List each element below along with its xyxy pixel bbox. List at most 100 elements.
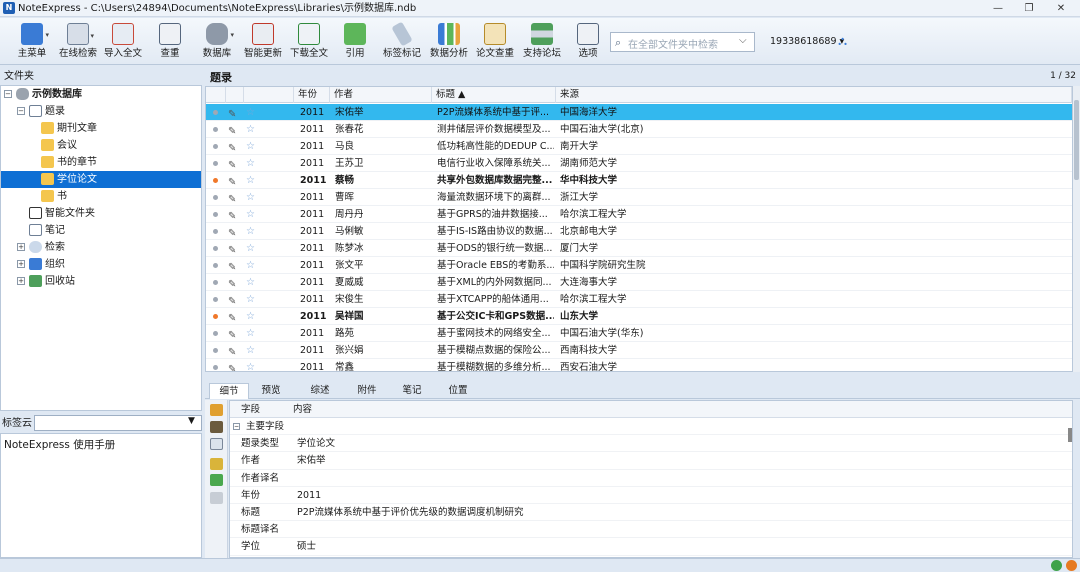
star-icon[interactable]: ☆ xyxy=(246,308,255,325)
tree-item-journal[interactable]: 期刊文章 xyxy=(1,120,201,137)
star-icon[interactable]: ☆ xyxy=(246,155,255,172)
col-status[interactable] xyxy=(206,87,226,103)
table-row[interactable]: ✎ ☆ 2011 陈梦冰 基于ODS的银行统一数据... 厦门大学 xyxy=(206,240,1072,257)
edit-icon[interactable] xyxy=(210,492,223,504)
import-fulltext-button[interactable]: 导入全文 xyxy=(103,21,143,63)
col-year[interactable]: 年份 xyxy=(294,87,330,103)
expand-icon[interactable]: + xyxy=(17,277,25,285)
tree-item-search[interactable]: + 检索 xyxy=(1,239,201,256)
smart-update-button[interactable]: 智能更新 xyxy=(243,21,283,63)
tab-notes[interactable]: 笔记 xyxy=(392,383,432,399)
expand-icon[interactable]: + xyxy=(17,243,25,251)
close-button[interactable]: ✕ xyxy=(1046,0,1076,17)
field-value[interactable]: 学位论文 xyxy=(297,435,335,452)
field-value[interactable]: 硕士 xyxy=(297,538,316,555)
star-icon[interactable]: ☆ xyxy=(246,172,255,189)
tag-mark-button[interactable]: 标签标记 xyxy=(381,21,423,63)
dedup-button[interactable]: 查重 xyxy=(152,21,188,63)
table-row[interactable]: ✎ ☆ 2011 宋俊生 基于XTCAPP的船体通用... 哈尔滨工程大学 xyxy=(206,291,1072,308)
collapse-icon[interactable]: − xyxy=(17,107,25,115)
tab-details[interactable]: 细节 xyxy=(209,383,249,399)
table-row[interactable]: ✎ ☆ 2011 常鑫 基于模糊数据的多维分析... 西安石油大学 xyxy=(206,359,1072,371)
scrollbar-thumb[interactable] xyxy=(1074,100,1079,180)
tree-item-organize[interactable]: + 组织 xyxy=(1,256,201,273)
tab-attachments[interactable]: 附件 xyxy=(347,383,387,399)
tree-item-database[interactable]: − 示例数据库 xyxy=(1,86,201,103)
star-icon[interactable]: ☆ xyxy=(246,121,255,138)
tree-item-smart-folder[interactable]: 智能文件夹 xyxy=(1,205,201,222)
tag-item[interactable]: NoteExpress 使用手册 xyxy=(4,439,115,451)
brush-icon[interactable] xyxy=(210,458,223,470)
download-fulltext-button[interactable]: 下载全文 xyxy=(289,21,329,63)
detail-field-row[interactable]: 作者 宋佑举 xyxy=(230,452,1072,470)
chevron-down-icon[interactable]: ⌵ xyxy=(739,35,747,46)
table-row[interactable]: ✎ ☆ 2011 王苏卫 电信行业收入保障系统关... 湖南师范大学 xyxy=(206,155,1072,172)
detail-field-row[interactable]: 题录类型 学位论文 xyxy=(230,435,1072,453)
table-row[interactable]: ✎ ☆ 2011 蔡畅 共享外包数据库数据完整... 华中科技大学 xyxy=(206,172,1072,189)
tab-preview[interactable]: 预览 xyxy=(251,383,291,399)
database-button[interactable]: ▾ 数据库 xyxy=(199,21,235,63)
user-icon[interactable]: ⛬ xyxy=(838,34,847,49)
table-row[interactable]: ✎ ☆ 2011 曹晖 海量流数据环境下的离群... 浙江大学 xyxy=(206,189,1072,206)
star-icon[interactable]: ☆ xyxy=(246,206,255,223)
tree-item-records[interactable]: − 题录 xyxy=(1,103,201,120)
minimize-button[interactable]: — xyxy=(983,0,1013,17)
table-row[interactable]: ✎ ☆ 2011 张兴娟 基于模糊点数据的保险公... 西南科技大学 xyxy=(206,342,1072,359)
read-status-icon[interactable] xyxy=(213,246,218,251)
field-group-main[interactable]: − 主要字段 xyxy=(230,418,1072,436)
table-row[interactable]: ✎ ☆ 2011 马俐敏 基于IS-IS路由协议的数据... 北京邮电大学 xyxy=(206,223,1072,240)
table-row[interactable]: ✎ ☆ 2011 张文平 基于Oracle EBS的考勤系... 中国科学院研究生院 xyxy=(206,257,1072,274)
star-icon[interactable]: ☆ xyxy=(246,240,255,257)
tree-item-book-chapter[interactable]: 书的章节 xyxy=(1,154,201,171)
read-status-icon[interactable] xyxy=(213,331,218,336)
attachment-icon[interactable]: ✎ xyxy=(228,361,236,371)
lock-icon[interactable] xyxy=(210,404,223,416)
read-status-icon[interactable] xyxy=(213,263,218,268)
options-button[interactable]: 选项 xyxy=(571,21,605,63)
sync-status-icon[interactable] xyxy=(1051,560,1062,571)
table-row[interactable]: ✎ ☆ 2011 张春花 测井储层评价数据模型及... 中国石油大学(北京) xyxy=(206,121,1072,138)
read-status-icon[interactable] xyxy=(213,365,218,370)
tree-item-recycle-bin[interactable]: + 回收站 xyxy=(1,273,201,290)
star-icon[interactable]: ☆ xyxy=(246,325,255,342)
table-row[interactable]: ✎ ☆ 2011 路苑 基于蜜网技术的网络安全... 中国石油大学(华东) xyxy=(206,325,1072,342)
tree-item-notes[interactable]: 笔记 xyxy=(1,222,201,239)
col-flag[interactable] xyxy=(244,87,294,103)
star-icon[interactable]: ☆ xyxy=(246,223,255,240)
detail-field-row[interactable]: 学位 硕士 xyxy=(230,538,1072,556)
chevron-down-icon[interactable]: ▼ xyxy=(188,416,195,426)
tree-item-conference[interactable]: 会议 xyxy=(1,137,201,154)
detail-field-row[interactable]: 标题 P2P流媒体系统中基于评价优先级的数据调度机制研究 xyxy=(230,504,1072,522)
account-menu[interactable]: 19338618689 ▾ xyxy=(770,36,844,47)
read-status-icon[interactable] xyxy=(213,229,218,234)
book-icon[interactable] xyxy=(210,421,223,433)
field-value[interactable]: 宋佑举 xyxy=(297,452,326,469)
read-status-icon[interactable] xyxy=(213,195,218,200)
table-row[interactable]: ✎ ☆ 2011 吴祥国 基于公交IC卡和GPS数据... 山东大学 xyxy=(206,308,1072,325)
col-title[interactable]: 标题 ▲ xyxy=(432,87,556,103)
support-forum-button[interactable]: 支持论坛 xyxy=(521,21,563,63)
table-row[interactable]: ✎ ☆ 2011 夏威威 基于XML的内外网数据同... 大连海事大学 xyxy=(206,274,1072,291)
star-icon[interactable]: ☆ xyxy=(246,189,255,206)
table-row[interactable]: ✎ ☆ 2011 马良 低功耗高性能的DEDUP C... 南开大学 xyxy=(206,138,1072,155)
read-status-icon[interactable] xyxy=(213,110,218,115)
read-status-icon[interactable] xyxy=(213,314,218,319)
detail-scrollbar[interactable] xyxy=(1068,428,1072,442)
copy-icon[interactable] xyxy=(210,438,223,450)
read-status-icon[interactable] xyxy=(213,161,218,166)
table-row[interactable]: ✎ ☆ 2011 宋佑举 P2P流媒体系统中基于评... 中国海洋大学 xyxy=(206,104,1072,121)
cite-button[interactable]: 引用 xyxy=(338,21,372,63)
star-icon[interactable]: ☆ xyxy=(246,291,255,308)
maximize-button[interactable]: ❐ xyxy=(1014,0,1044,17)
star-icon[interactable]: ☆ xyxy=(246,104,255,121)
read-status-icon[interactable] xyxy=(213,178,218,183)
grid-icon[interactable] xyxy=(210,474,223,486)
star-icon[interactable]: ☆ xyxy=(246,359,255,371)
col-attachment[interactable] xyxy=(226,87,244,103)
collapse-icon[interactable]: − xyxy=(233,423,240,430)
tree-item-thesis[interactable]: 学位论文 xyxy=(1,171,201,188)
star-icon[interactable]: ☆ xyxy=(246,138,255,155)
read-status-icon[interactable] xyxy=(213,144,218,149)
collapse-icon[interactable]: − xyxy=(4,90,12,98)
field-value[interactable]: P2P流媒体系统中基于评价优先级的数据调度机制研究 xyxy=(297,504,524,521)
